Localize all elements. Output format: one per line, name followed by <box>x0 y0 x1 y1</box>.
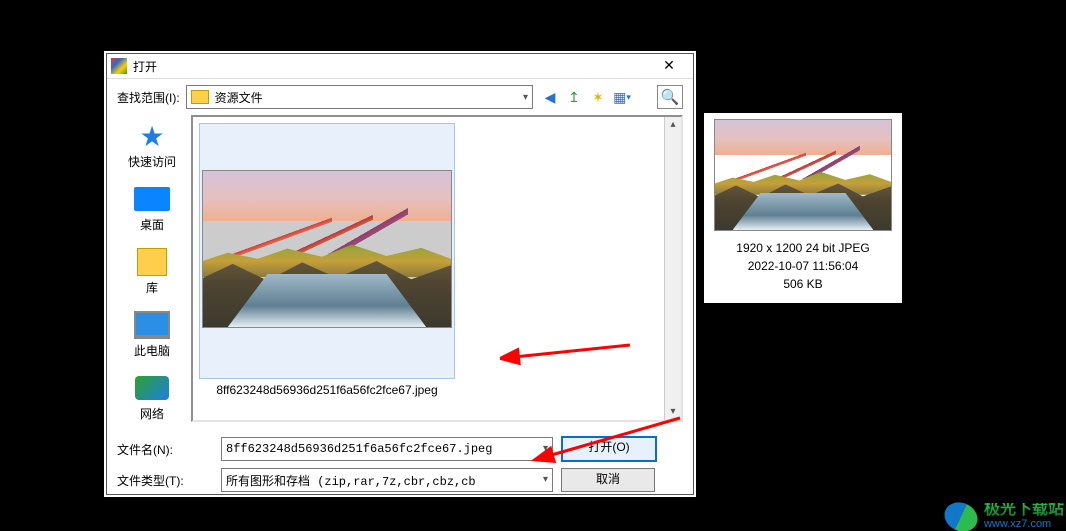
pc-icon <box>134 311 170 339</box>
open-file-dialog: 打开 ✕ 查找范围(I): 资源文件 ▾ ◀ ↥ ✶ ▦▾ 🔍 ★ 快速访问 <box>106 53 694 495</box>
filetype-label: 文件类型(T): <box>117 472 213 489</box>
dialog-body: 查找范围(I): 资源文件 ▾ ◀ ↥ ✶ ▦▾ 🔍 ★ 快速访问 <box>107 79 693 502</box>
lookin-label: 查找范围(I): <box>117 89 180 106</box>
places-label: 网络 <box>140 405 164 422</box>
back-icon[interactable]: ◀ <box>539 87 561 107</box>
file-thumbnail-item[interactable]: 8ff623248d56936d251f6a56fc2fce67.jpeg <box>199 123 455 414</box>
places-label: 库 <box>146 279 158 296</box>
preview-timestamp: 2022-10-07 11:56:04 <box>748 257 859 275</box>
network-icon <box>135 376 169 400</box>
filename-input[interactable]: 8ff623248d56936d251f6a56fc2fce67.jpeg ▾ <box>221 437 553 461</box>
places-library[interactable]: 库 <box>119 247 185 296</box>
preview-image <box>714 119 892 231</box>
filetype-value: 所有图形和存档 (zip,rar,7z,cbr,cbz,cb <box>226 472 476 489</box>
library-icon <box>137 248 167 276</box>
vertical-scrollbar[interactable]: ▴ ▾ <box>664 117 681 420</box>
cancel-button[interactable]: 取消 <box>561 468 655 492</box>
watermark-logo-icon <box>940 497 983 531</box>
places-label: 此电脑 <box>134 342 170 359</box>
dialog-title: 打开 <box>133 58 649 75</box>
star-icon: ★ <box>134 121 170 151</box>
new-folder-icon[interactable]: ✶ <box>587 87 609 107</box>
places-this-pc[interactable]: 此电脑 <box>119 310 185 359</box>
watermark-url: www.xz7.com <box>984 517 1064 531</box>
preview-toggle-button[interactable]: 🔍 <box>657 85 683 109</box>
chevron-down-icon: ▾ <box>543 443 548 455</box>
thumbnail-filename: 8ff623248d56936d251f6a56fc2fce67.jpeg <box>216 383 437 397</box>
watermark: 极光下载站 www.xz7.com <box>944 503 1064 531</box>
places-bar: ★ 快速访问 桌面 库 此电脑 网络 <box>117 115 187 422</box>
lookin-row: 查找范围(I): 资源文件 ▾ ◀ ↥ ✶ ▦▾ 🔍 <box>117 85 683 109</box>
preview-filesize: 506 KB <box>783 275 822 293</box>
middle-area: ★ 快速访问 桌面 库 此电脑 网络 <box>117 115 683 422</box>
views-icon[interactable]: ▦▾ <box>611 87 633 107</box>
preview-dimensions: 1920 x 1200 24 bit JPEG <box>736 239 869 257</box>
app-icon <box>111 58 127 74</box>
filename-label: 文件名(N): <box>117 441 213 458</box>
lookin-value: 资源文件 <box>215 89 263 106</box>
thumbnail-selection <box>199 123 455 379</box>
bottom-rows: 文件名(N): 8ff623248d56936d251f6a56fc2fce67… <box>117 430 683 492</box>
places-label: 快速访问 <box>128 153 176 170</box>
places-network[interactable]: 网络 <box>119 373 185 422</box>
filetype-combo[interactable]: 所有图形和存档 (zip,rar,7z,cbr,cbz,cb ▾ <box>221 468 553 492</box>
watermark-name: 极光下载站 <box>984 503 1064 517</box>
up-icon[interactable]: ↥ <box>563 87 585 107</box>
lookin-combo[interactable]: 资源文件 ▾ <box>186 85 533 109</box>
scroll-down-icon[interactable]: ▾ <box>665 404 681 420</box>
chevron-down-icon: ▾ <box>543 474 548 486</box>
filename-value: 8ff623248d56936d251f6a56fc2fce67.jpeg <box>226 442 492 456</box>
open-button[interactable]: 打开(O) <box>561 436 657 462</box>
close-button[interactable]: ✕ <box>649 54 689 78</box>
preview-panel: 1920 x 1200 24 bit JPEG 2022-10-07 11:56… <box>704 113 902 303</box>
places-desktop[interactable]: 桌面 <box>119 184 185 233</box>
chevron-down-icon: ▾ <box>523 92 528 103</box>
scroll-up-icon[interactable]: ▴ <box>665 117 681 133</box>
places-quick-access[interactable]: ★ 快速访问 <box>119 121 185 170</box>
titlebar: 打开 ✕ <box>107 54 693 79</box>
desktop-icon <box>134 187 170 211</box>
folder-icon <box>191 90 209 104</box>
thumbnail-image <box>202 170 452 328</box>
toolbar-icons: ◀ ↥ ✶ ▦▾ <box>539 87 633 107</box>
places-label: 桌面 <box>140 216 164 233</box>
file-list-pane[interactable]: 8ff623248d56936d251f6a56fc2fce67.jpeg ▴ … <box>191 115 683 422</box>
